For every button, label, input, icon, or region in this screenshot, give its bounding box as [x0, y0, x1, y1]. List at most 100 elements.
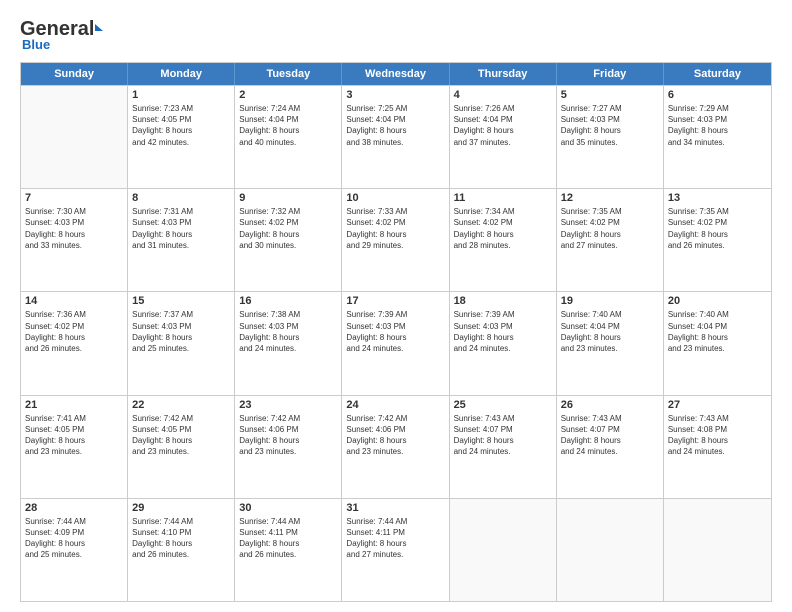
calendar-body: 1 Sunrise: 7:23 AMSunset: 4:05 PMDaylight… [21, 85, 771, 601]
cell-text: Sunrise: 7:26 AMSunset: 4:04 PMDaylight:… [454, 103, 552, 148]
calendar-cell: 6Sunrise: 7:29 AMSunset: 4:03 PMDaylight… [664, 86, 771, 188]
day-number: 12 [561, 192, 659, 204]
cell-text: Sunrise: 7:32 AMSunset: 4:02 PMDaylight:… [239, 206, 337, 251]
calendar-cell [557, 499, 664, 601]
day-number: 9 [239, 192, 337, 204]
day-number: 1 [132, 89, 230, 101]
logo: General Blue [20, 18, 103, 52]
cell-text: Sunrise: 7:35 AMSunset: 4:02 PMDaylight:… [668, 206, 767, 251]
day-number: 4 [454, 89, 552, 101]
weekday-header-tuesday: Tuesday [235, 63, 342, 85]
calendar-cell: 20 Sunrise: 7:40 AMSunset: 4:04 PMDayligh… [664, 292, 771, 394]
logo-icon [95, 24, 103, 31]
day-number: 31 [346, 502, 444, 514]
day-number: 10 [346, 192, 444, 204]
day-number: 25 [454, 399, 552, 411]
day-number: 18 [454, 295, 552, 307]
calendar-cell: 29Sunrise: 7:44 AMSunset: 4:10 PMDayligh… [128, 499, 235, 601]
logo-blue: Blue [22, 37, 50, 52]
cell-text: Sunrise: 7:25 AMSunset: 4:04 PMDaylight:… [346, 103, 444, 148]
cell-text: Sunrise: 7:43 AMSunset: 4:08 PMDaylight:… [668, 413, 767, 458]
weekday-header-monday: Monday [128, 63, 235, 85]
cell-text: Sunrise: 7:44 AMSunset: 4:09 PMDaylight:… [25, 516, 123, 561]
calendar-cell: 27 Sunrise: 7:43 AMSunset: 4:08 PMDayligh… [664, 396, 771, 498]
cell-text: Sunrise: 7:40 AMSunset: 4:04 PMDaylight:… [668, 309, 767, 354]
day-number: 22 [132, 399, 230, 411]
day-number: 5 [561, 89, 659, 101]
cell-text: Sunrise: 7:30 AMSunset: 4:03 PMDaylight:… [25, 206, 123, 251]
calendar-cell: 11 Sunrise: 7:34 AMSunset: 4:02 PMDayligh… [450, 189, 557, 291]
calendar-cell: 4 Sunrise: 7:26 AMSunset: 4:04 PMDaylight… [450, 86, 557, 188]
cell-text: Sunrise: 7:33 AMSunset: 4:02 PMDaylight:… [346, 206, 444, 251]
calendar-cell: 23Sunrise: 7:42 AMSunset: 4:06 PMDayligh… [235, 396, 342, 498]
weekday-header-saturday: Saturday [664, 63, 771, 85]
weekday-header-wednesday: Wednesday [342, 63, 449, 85]
calendar-cell: 12Sunrise: 7:35 AMSunset: 4:02 PMDayligh… [557, 189, 664, 291]
calendar-cell: 25Sunrise: 7:43 AMSunset: 4:07 PMDayligh… [450, 396, 557, 498]
cell-text: Sunrise: 7:42 AMSunset: 4:06 PMDaylight:… [239, 413, 337, 458]
day-number: 20 [668, 295, 767, 307]
cell-text: Sunrise: 7:42 AMSunset: 4:06 PMDaylight:… [346, 413, 444, 458]
cell-text: Sunrise: 7:38 AMSunset: 4:03 PMDaylight:… [239, 309, 337, 354]
calendar-cell: 26 Sunrise: 7:43 AMSunset: 4:07 PMDayligh… [557, 396, 664, 498]
calendar-cell: 8Sunrise: 7:31 AMSunset: 4:03 PMDaylight… [128, 189, 235, 291]
cell-text: Sunrise: 7:44 AMSunset: 4:11 PMDaylight:… [239, 516, 337, 561]
calendar-row-4: 21 Sunrise: 7:41 AMSunset: 4:05 PMDayligh… [21, 395, 771, 498]
calendar-cell: 18 Sunrise: 7:39 AMSunset: 4:03 PMDayligh… [450, 292, 557, 394]
day-number: 6 [668, 89, 767, 101]
day-number: 7 [25, 192, 123, 204]
calendar-cell: 3 Sunrise: 7:25 AMSunset: 4:04 PMDaylight… [342, 86, 449, 188]
header: General Blue [20, 18, 772, 52]
cell-text: Sunrise: 7:24 AMSunset: 4:04 PMDaylight:… [239, 103, 337, 148]
day-number: 27 [668, 399, 767, 411]
calendar-cell: 19Sunrise: 7:40 AMSunset: 4:04 PMDayligh… [557, 292, 664, 394]
calendar-cell: 16 Sunrise: 7:38 AMSunset: 4:03 PMDayligh… [235, 292, 342, 394]
cell-text: Sunrise: 7:34 AMSunset: 4:02 PMDaylight:… [454, 206, 552, 251]
weekday-header-friday: Friday [557, 63, 664, 85]
day-number: 26 [561, 399, 659, 411]
cell-text: Sunrise: 7:31 AMSunset: 4:03 PMDaylight:… [132, 206, 230, 251]
day-number: 14 [25, 295, 123, 307]
calendar-cell: 30 Sunrise: 7:44 AMSunset: 4:11 PMDayligh… [235, 499, 342, 601]
calendar-cell: 2Sunrise: 7:24 AMSunset: 4:04 PMDaylight… [235, 86, 342, 188]
calendar-cell: 5 Sunrise: 7:27 AMSunset: 4:03 PMDaylight… [557, 86, 664, 188]
day-number: 15 [132, 295, 230, 307]
cell-text: Sunrise: 7:23 AMSunset: 4:05 PMDaylight:… [132, 103, 230, 148]
day-number: 11 [454, 192, 552, 204]
calendar-row-1: 1 Sunrise: 7:23 AMSunset: 4:05 PMDaylight… [21, 85, 771, 188]
calendar-cell: 14Sunrise: 7:36 AMSunset: 4:02 PMDayligh… [21, 292, 128, 394]
calendar-cell [450, 499, 557, 601]
cell-text: Sunrise: 7:39 AMSunset: 4:03 PMDaylight:… [346, 309, 444, 354]
day-number: 21 [25, 399, 123, 411]
calendar-row-5: 28Sunrise: 7:44 AMSunset: 4:09 PMDayligh… [21, 498, 771, 601]
calendar-cell: 28Sunrise: 7:44 AMSunset: 4:09 PMDayligh… [21, 499, 128, 601]
calendar-cell: 15 Sunrise: 7:37 AMSunset: 4:03 PMDayligh… [128, 292, 235, 394]
calendar-cell: 13 Sunrise: 7:35 AMSunset: 4:02 PMDayligh… [664, 189, 771, 291]
cell-text: Sunrise: 7:43 AMSunset: 4:07 PMDaylight:… [561, 413, 659, 458]
cell-text: Sunrise: 7:42 AMSunset: 4:05 PMDaylight:… [132, 413, 230, 458]
calendar-cell: 22 Sunrise: 7:42 AMSunset: 4:05 PMDayligh… [128, 396, 235, 498]
day-number: 19 [561, 295, 659, 307]
calendar-cell: 21 Sunrise: 7:41 AMSunset: 4:05 PMDayligh… [21, 396, 128, 498]
day-number: 24 [346, 399, 444, 411]
day-number: 30 [239, 502, 337, 514]
page: General Blue SundayMondayTuesdayWednesda… [0, 0, 792, 612]
cell-text: Sunrise: 7:27 AMSunset: 4:03 PMDaylight:… [561, 103, 659, 148]
calendar-row-3: 14Sunrise: 7:36 AMSunset: 4:02 PMDayligh… [21, 291, 771, 394]
day-number: 17 [346, 295, 444, 307]
day-number: 16 [239, 295, 337, 307]
cell-text: Sunrise: 7:37 AMSunset: 4:03 PMDaylight:… [132, 309, 230, 354]
cell-text: Sunrise: 7:41 AMSunset: 4:05 PMDaylight:… [25, 413, 123, 458]
calendar-row-2: 7 Sunrise: 7:30 AMSunset: 4:03 PMDaylight… [21, 188, 771, 291]
calendar-cell [664, 499, 771, 601]
weekday-header-sunday: Sunday [21, 63, 128, 85]
cell-text: Sunrise: 7:39 AMSunset: 4:03 PMDaylight:… [454, 309, 552, 354]
calendar-cell: 10 Sunrise: 7:33 AMSunset: 4:02 PMDayligh… [342, 189, 449, 291]
day-number: 3 [346, 89, 444, 101]
calendar-cell: 1 Sunrise: 7:23 AMSunset: 4:05 PMDaylight… [128, 86, 235, 188]
calendar: SundayMondayTuesdayWednesdayThursdayFrid… [20, 62, 772, 602]
day-number: 13 [668, 192, 767, 204]
calendar-cell: 9 Sunrise: 7:32 AMSunset: 4:02 PMDaylight… [235, 189, 342, 291]
calendar-cell: 17 Sunrise: 7:39 AMSunset: 4:03 PMDayligh… [342, 292, 449, 394]
cell-text: Sunrise: 7:44 AMSunset: 4:11 PMDaylight:… [346, 516, 444, 561]
